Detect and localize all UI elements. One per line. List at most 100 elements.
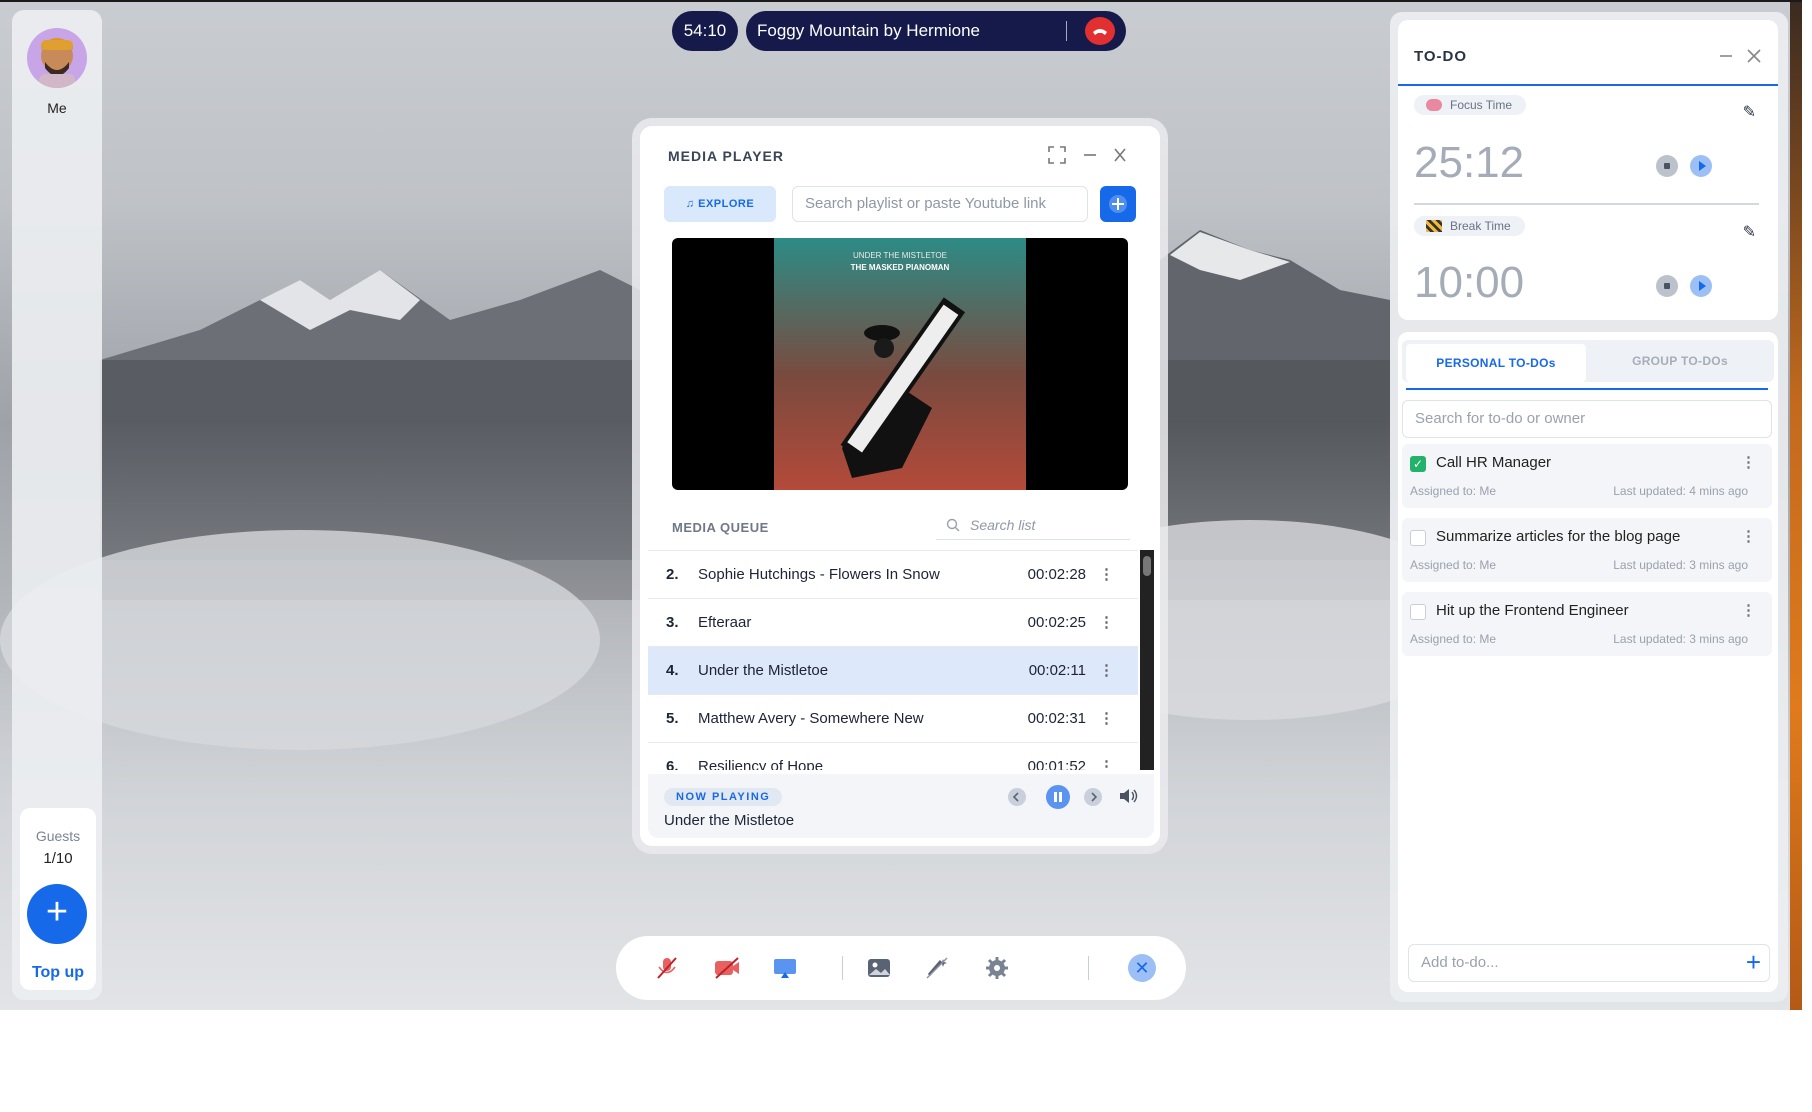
brain-icon [1426,99,1442,111]
close-icon[interactable] [1112,146,1128,169]
todo-assignee: Assigned to: Me [1410,632,1497,646]
queue-row-title: Efteraar [698,614,752,631]
todo-item[interactable]: Summarize articles for the blog page ⋮ Ass… [1402,518,1772,582]
add-todo-input[interactable]: Add to-do... + [1408,944,1770,982]
more-vertical-icon[interactable]: ⋮ [1099,647,1114,695]
queue-row[interactable]: 6. Resiliency of Hope 00:01:52 ⋮ [648,743,1138,770]
todo-search-input[interactable]: Search for to-do or owner [1402,400,1772,438]
explore-label: EXPLORE [698,198,755,210]
plus-circle-icon [1109,195,1127,213]
queue-row[interactable]: 3. Efteraar 00:02:25 ⋮ [648,599,1138,647]
more-vertical-icon[interactable]: ⋮ [1099,599,1114,647]
queue-search-placeholder: Search list [970,517,1036,533]
tabs-underline [1406,388,1768,390]
todo-checkbox[interactable]: ✓ [1410,456,1426,472]
more-vertical-icon[interactable]: ⋮ [1099,743,1114,770]
play-icon [1699,281,1706,291]
queue-row-duration: 00:02:25 [1027,614,1086,631]
todo-item[interactable]: Hit up the Frontend Engineer ⋮ Assigned to… [1402,592,1772,656]
volume-icon [1120,789,1138,803]
focus-time-label: Focus Time [1450,98,1513,112]
play-focus-button[interactable] [1690,155,1712,177]
todo-list-panel: PERSONAL TO-DOs GROUP TO-DOs Search for … [1398,332,1778,992]
add-media-button[interactable] [1100,186,1136,222]
todo-checkbox[interactable] [1410,604,1426,620]
pause-icon [1054,792,1062,802]
queue-row-duration: 00:02:28 [1027,566,1086,583]
add-guest-button[interactable]: + [27,884,87,944]
break-timer: 10:00 [1414,258,1525,307]
queue-row-duration: 00:01:52 [1027,758,1086,770]
chevron-left-icon [1012,792,1019,802]
playlist-search-input[interactable]: Search playlist or paste Youtube link [792,186,1088,222]
queue-row[interactable]: 4. Under the Mistletoe 00:02:11 ⋮ [648,647,1138,695]
media-player-title: MEDIA PLAYER [668,148,784,164]
edit-break-icon[interactable]: ✎ [1743,222,1756,242]
camera-off-icon[interactable] [714,956,740,980]
screen-share-icon[interactable] [772,956,798,980]
focus-timer: 25:12 [1414,138,1525,187]
more-vertical-icon[interactable]: ⋮ [1099,695,1114,743]
hang-up-button[interactable] [1085,17,1115,45]
close-icon[interactable] [1746,48,1762,69]
queue-row-title: Resiliency of Hope [698,758,824,770]
edit-focus-icon[interactable]: ✎ [1743,102,1756,122]
title-underline [1398,84,1778,86]
queue-row-number: 2. [666,566,679,583]
timer-divider [1414,203,1759,205]
pomodoro-panel: TO-DO Focus Time ✎ 25:12 Break Time ✎ 10… [1398,20,1778,320]
media-player-window: MEDIA PLAYER ♫ EXPLORE Search playlist o… [640,126,1160,846]
play-break-button[interactable] [1690,275,1712,297]
stop-focus-button[interactable] [1656,155,1678,177]
add-todo-placeholder: Add to-do... [1421,954,1499,971]
add-todo-plus-icon[interactable]: + [1746,945,1761,979]
break-time-tag: Break Time [1414,216,1525,236]
todo-checkbox[interactable] [1410,530,1426,546]
avatar[interactable] [27,28,87,88]
tab-personal-todos[interactable]: PERSONAL TO-DOs [1406,344,1586,382]
volume-button[interactable] [1118,786,1140,811]
mic-off-icon[interactable] [654,956,680,980]
todo-updated: Last updated: 3 mins ago [1613,558,1748,572]
play-icon [1699,161,1706,171]
barrier-icon [1426,220,1442,232]
guests-box: Guests 1/10 + Top up [20,808,96,990]
more-vertical-icon[interactable]: ⋮ [1741,527,1756,545]
queue-row-duration: 00:02:31 [1027,710,1086,727]
queue-search-input[interactable]: Search list [936,510,1130,540]
effects-off-icon[interactable] [924,956,950,980]
todo-tabs: PERSONAL TO-DOs GROUP TO-DOs [1402,340,1774,382]
toolbar-divider [842,956,843,980]
queue-scrollbar[interactable] [1140,550,1154,770]
todo-item[interactable]: ✓ Call HR Manager ⋮ Assigned to: Me Last upd… [1402,444,1772,508]
background-icon[interactable] [866,956,892,980]
minimize-icon[interactable] [1718,48,1734,69]
todo-updated: Last updated: 3 mins ago [1613,632,1748,646]
previous-track-button[interactable] [1008,788,1026,806]
todo-updated: Last updated: 4 mins ago [1613,484,1748,498]
video-preview[interactable]: UNDER THE MISTLETOE THE MASKED PIANOMAN [672,238,1128,490]
tab-group-todos[interactable]: GROUP TO-DOs [1588,340,1772,382]
close-icon[interactable]: ✕ [1128,954,1156,982]
more-vertical-icon[interactable]: ⋮ [1741,601,1756,619]
queue-row-duration: 00:02:11 [1028,662,1086,679]
todo-title: Summarize articles for the blog page [1436,528,1681,545]
next-track-button[interactable] [1084,788,1102,806]
now-playing-title: Under the Mistletoe [664,812,795,829]
queue-row-number: 5. [666,710,679,727]
pause-button[interactable] [1046,785,1070,809]
more-vertical-icon[interactable]: ⋮ [1099,551,1114,599]
album-artwork: UNDER THE MISTLETOE THE MASKED PIANOMAN [774,238,1026,490]
minimize-icon[interactable] [1082,146,1098,169]
queue-row[interactable]: 5. Matthew Avery - Somewhere New 00:02:31 ⋮ [648,695,1138,743]
stop-break-button[interactable] [1656,275,1678,297]
fullscreen-icon[interactable] [1048,146,1066,169]
queue-row-title: Matthew Avery - Somewhere New [698,710,924,727]
guests-label: Guests [35,828,81,844]
gear-icon[interactable] [984,956,1010,980]
queue-row[interactable]: 2. Sophie Hutchings - Flowers In Snow 00:0… [648,551,1138,599]
top-up-link[interactable]: Top up [20,964,96,982]
more-vertical-icon[interactable]: ⋮ [1741,453,1756,471]
explore-button[interactable]: ♫ EXPLORE [664,186,776,222]
todo-assignee: Assigned to: Me [1410,484,1497,498]
